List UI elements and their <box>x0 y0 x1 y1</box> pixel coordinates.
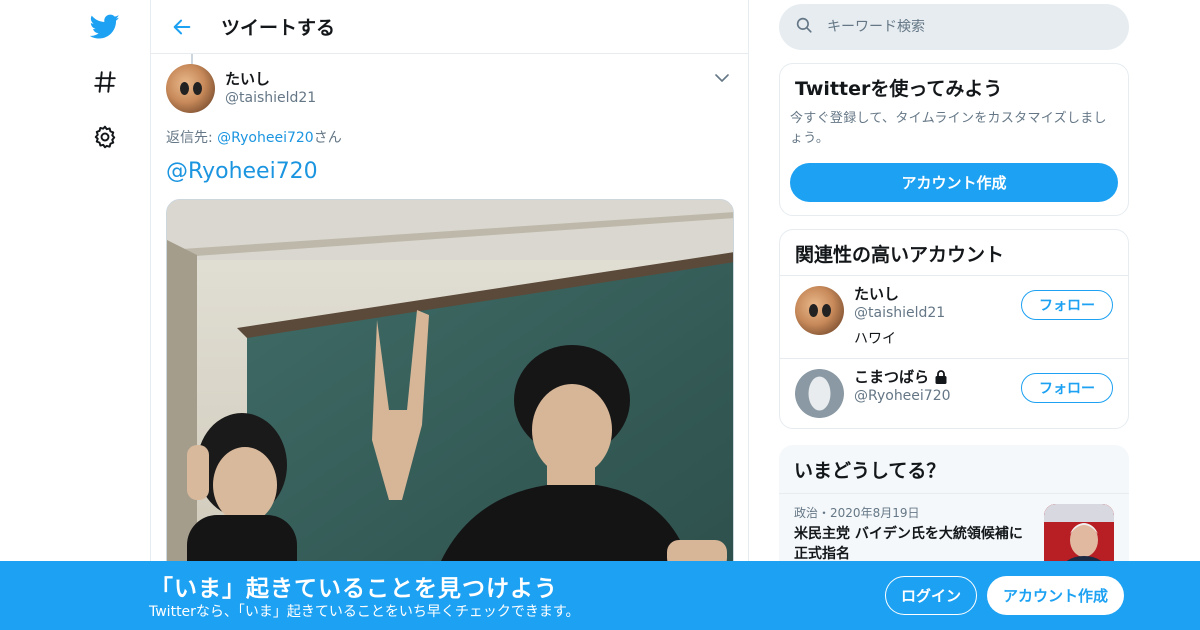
banner-subtitle: Twitterなら、「いま」起きていることをいち早くチェックできます。 <box>149 604 580 620</box>
back-arrow-icon[interactable] <box>165 10 199 44</box>
create-account-button[interactable]: アカウント作成 <box>790 163 1118 202</box>
signup-card: Twitterを使ってみよう 今すぐ登録して、タイムラインをカスタマイズしましょ… <box>779 63 1129 216</box>
twitter-bird-icon[interactable] <box>88 10 122 44</box>
right-sidebar: Twitterを使ってみよう 今すぐ登録して、タイムラインをカスタマイズしましょ… <box>779 0 1129 575</box>
lock-icon <box>933 369 949 385</box>
tweet-column: ツイートする たいし @taishield21 返信先: @Ryoheei720… <box>150 0 749 630</box>
reply-context: 返信先: @Ryoheei720さん <box>166 130 342 146</box>
search-box[interactable] <box>779 4 1129 50</box>
tweet: たいし @taishield21 返信先: @Ryoheei720さん @Ryo… <box>151 54 748 599</box>
author-handle[interactable]: @taishield21 <box>225 89 316 108</box>
signup-card-title: Twitterを使ってみよう <box>795 78 1003 100</box>
author-avatar[interactable] <box>166 64 215 113</box>
related-accounts-title: 関連性の高いアカウント <box>795 244 1005 266</box>
account-handle: @taishield21 <box>854 305 946 321</box>
tweet-mention-link[interactable]: @Ryoheei720 <box>166 159 318 184</box>
signup-card-description: 今すぐ登録して、タイムラインをカスタマイズしましょう。 <box>790 111 1107 146</box>
related-accounts-card: 関連性の高いアカウント たいし @taishield21 ハワイ フォロー こま… <box>779 229 1129 429</box>
tweet-text: @Ryoheei720 <box>166 157 733 187</box>
account-row[interactable]: たいし @taishield21 ハワイ フォロー <box>780 275 1128 358</box>
account-name: たいし <box>854 285 900 303</box>
settings-gear-icon[interactable] <box>88 120 122 154</box>
signup-banner: 「いま」起きていることを見つけよう Twitterなら、「いま」起きていることを… <box>0 561 1200 630</box>
hashtag-icon[interactable] <box>88 65 122 99</box>
banner-title: 「いま」起きていることを見つけよう <box>150 576 558 602</box>
left-rail <box>0 0 150 630</box>
trends-card: いまどうしてる？ 政治・2020年8月19日 米民主党 バイデン氏を大統領候補に… <box>779 445 1129 575</box>
author-name[interactable]: たいし <box>225 70 316 89</box>
thread-connector <box>191 54 193 64</box>
login-button[interactable]: ログイン <box>885 576 977 615</box>
chevron-down-icon[interactable] <box>712 68 732 88</box>
follow-button[interactable]: フォロー <box>1021 290 1113 320</box>
account-row[interactable]: こまつばら @Ryoheei720 フォロー <box>780 358 1128 428</box>
page-title: ツイートする <box>221 17 336 39</box>
reply-mention-link[interactable]: @Ryoheei720 <box>217 130 314 146</box>
account-name: こまつばら <box>854 368 930 386</box>
follow-button[interactable]: フォロー <box>1021 373 1113 403</box>
tweet-photo[interactable] <box>166 199 734 599</box>
search-input[interactable] <box>827 19 1087 35</box>
account-handle: @Ryoheei720 <box>854 388 951 404</box>
account-name-row: こまつばら <box>854 367 951 387</box>
trend-headline: 米民主党 バイデン氏を大統領候補に正式指名 <box>794 526 1023 562</box>
banner-create-account-button[interactable]: アカウント作成 <box>987 576 1124 615</box>
page-header: ツイートする <box>151 0 748 54</box>
trends-title: いまどうしてる？ <box>779 445 1129 494</box>
account-avatar[interactable] <box>795 369 844 418</box>
account-avatar[interactable] <box>795 286 844 335</box>
search-icon <box>795 16 813 38</box>
tweet-author: たいし @taishield21 <box>166 54 733 113</box>
account-bio: ハワイ <box>854 331 896 347</box>
